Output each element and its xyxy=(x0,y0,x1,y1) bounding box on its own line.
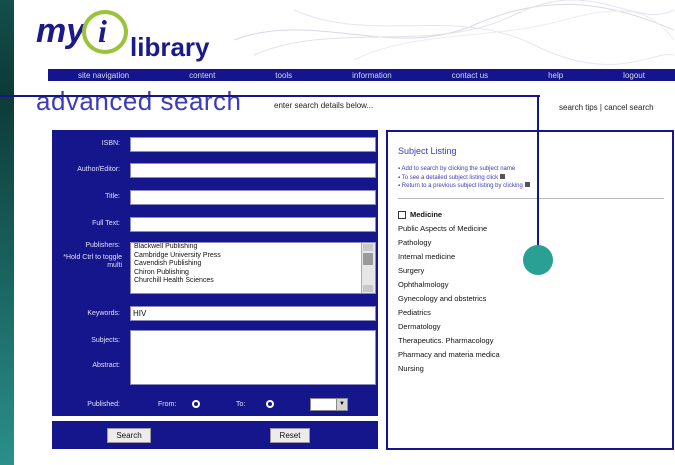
tip-item: ▪ Add to search by clicking the subject … xyxy=(398,166,516,172)
publishers-label: Publishers: xyxy=(85,242,120,249)
page-subtitle: enter search details below... xyxy=(274,101,374,110)
expand-icon xyxy=(499,173,505,179)
callout-line-horizontal xyxy=(0,95,540,97)
divider xyxy=(398,198,664,199)
keywords-input[interactable]: HIV xyxy=(130,306,376,321)
publishers-listbox[interactable]: Blackwell Publishing Cambridge Universit… xyxy=(130,242,376,294)
nav-help[interactable]: help xyxy=(548,71,563,80)
subject-item[interactable]: Public Aspects of Medicine xyxy=(398,222,500,236)
publisher-option[interactable]: Churchill Health Sciences xyxy=(131,277,375,286)
subject-listing-tips: ▪ Add to search by clicking the subject … xyxy=(398,166,530,191)
publisher-option[interactable]: Chiron Publishing xyxy=(131,269,375,278)
keywords-value: HIV xyxy=(133,309,147,318)
scroll-up-icon[interactable] xyxy=(363,244,373,251)
callout-dot-icon xyxy=(523,245,553,275)
subject-item-medicine[interactable]: Medicine xyxy=(398,208,500,222)
subject-item[interactable]: Pharmacy and materia medica xyxy=(398,348,500,362)
fulltext-label: Full Text: xyxy=(92,220,120,227)
subjects-label: Subjects: xyxy=(91,337,120,344)
subject-item[interactable]: Nursing xyxy=(398,362,500,376)
year-select[interactable]: ▼ xyxy=(310,398,348,411)
logo-library: library xyxy=(130,32,210,62)
nav-logout[interactable]: logout xyxy=(623,71,645,80)
publishers-scrollbar[interactable] xyxy=(361,243,375,293)
logo-my: my xyxy=(36,12,86,50)
subject-item[interactable]: Internal medicine xyxy=(398,250,500,264)
subjects-abstract-textarea[interactable] xyxy=(130,330,376,385)
top-nav-bar: site navigation content tools informatio… xyxy=(48,69,675,81)
publisher-option[interactable]: Cambridge University Press xyxy=(131,252,375,261)
reset-button[interactable]: Reset xyxy=(270,428,310,443)
from-radio[interactable] xyxy=(192,400,200,408)
subject-listing-heading: Subject Listing xyxy=(398,146,457,156)
subject-item[interactable]: Dermatology xyxy=(398,320,500,334)
search-tips-links[interactable]: search tips | cancel search xyxy=(559,103,654,112)
subject-item[interactable]: Ophthalmology xyxy=(398,278,500,292)
publishers-note: *Hold Ctrl to toggle multi xyxy=(63,254,122,269)
nav-contact-us[interactable]: contact us xyxy=(452,71,488,80)
title-label: Title: xyxy=(105,193,120,200)
subject-item[interactable]: Surgery xyxy=(398,264,500,278)
abstract-label: Abstract: xyxy=(92,362,120,369)
author-label: Author/Editor: xyxy=(77,166,120,173)
subject-item[interactable]: Pathology xyxy=(398,236,500,250)
author-input[interactable] xyxy=(130,163,376,178)
fulltext-input[interactable] xyxy=(130,217,376,232)
expand-box-icon xyxy=(398,211,406,220)
tip-item: ▪ Return to a previous subject listing b… xyxy=(398,182,530,191)
isbn-input[interactable] xyxy=(130,137,376,152)
published-label: Published: xyxy=(87,401,120,408)
chevron-down-icon[interactable]: ▼ xyxy=(336,399,347,410)
scroll-thumb[interactable] xyxy=(363,253,373,265)
nav-content[interactable]: content xyxy=(189,71,215,80)
title-input[interactable] xyxy=(130,190,376,205)
keywords-label: Keywords: xyxy=(87,310,120,317)
to-radio[interactable] xyxy=(266,400,274,408)
nav-information[interactable]: information xyxy=(352,71,392,80)
subject-item[interactable]: Therapeutics. Pharmacology xyxy=(398,334,500,348)
subject-listing-panel: Subject Listing ▪ Add to search by click… xyxy=(386,130,674,450)
publisher-option[interactable]: Cavendish Publishing xyxy=(131,260,375,269)
search-button[interactable]: Search xyxy=(107,428,151,443)
callout-line-vertical xyxy=(537,95,539,253)
nav-tools[interactable]: tools xyxy=(275,71,292,80)
publisher-option[interactable]: Blackwell Publishing xyxy=(131,243,375,252)
tip-item: ▪ To see a detailed subject listing clic… xyxy=(398,173,530,183)
form-button-bar: Search Reset xyxy=(52,421,378,449)
logo-i: i xyxy=(98,13,107,49)
subject-list: Medicine Public Aspects of Medicine Path… xyxy=(398,208,500,376)
header-decoration xyxy=(234,0,674,65)
subject-item[interactable]: Pediatrics xyxy=(398,306,500,320)
page: my i library site navigation content too… xyxy=(14,0,675,465)
from-label: From: xyxy=(158,401,177,408)
back-icon xyxy=(524,182,530,187)
isbn-label: ISBN: xyxy=(101,140,120,147)
nav-site-navigation[interactable]: site navigation xyxy=(78,71,129,80)
subject-item[interactable]: Gynecology and obstetrics xyxy=(398,292,500,306)
search-form: ISBN: Author/Editor: Title: Full Text: P… xyxy=(52,130,378,416)
to-label: To: xyxy=(236,401,246,408)
page-title: advanced search xyxy=(36,86,242,116)
scroll-down-icon[interactable] xyxy=(363,285,373,292)
